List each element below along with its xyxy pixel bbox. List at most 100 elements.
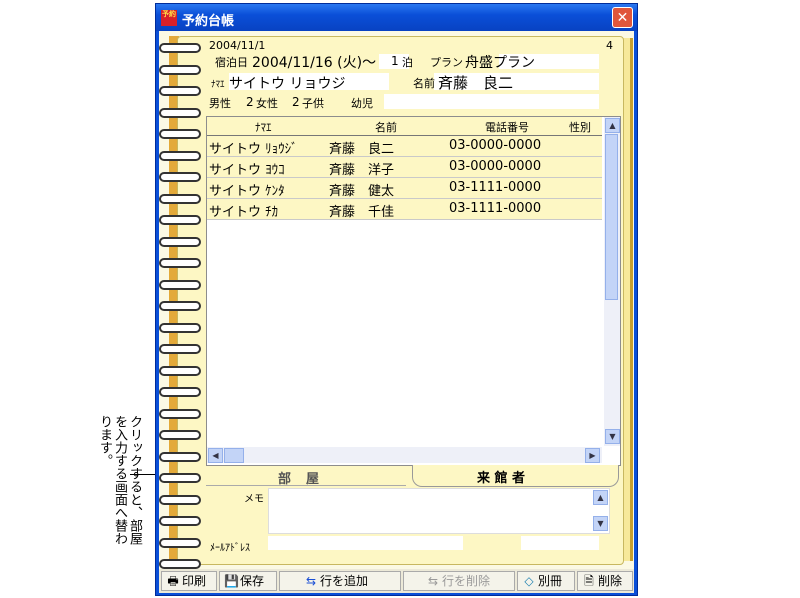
- scroll-thumb[interactable]: [605, 134, 618, 300]
- name-label: 名前: [413, 77, 435, 90]
- callout-text: クリックすると、部屋を入力する画面へ替わります。: [97, 415, 142, 545]
- app-icon: 予約: [161, 10, 177, 26]
- grid-header: ﾅﾏｴ 名前 電話番号 性別: [207, 117, 602, 136]
- hscroll-thumb[interactable]: [224, 448, 244, 463]
- other-book-button[interactable]: ◇ 別冊: [517, 571, 575, 591]
- row-phone: 03-0000-0000: [449, 138, 542, 153]
- spiral-ring: [159, 172, 201, 182]
- spiral-ring: [159, 236, 201, 247]
- spiral-ring: [159, 86, 201, 96]
- email-field-2[interactable]: [521, 536, 599, 550]
- row-kana: サイトウ ﾘｮｳｼﾞ: [209, 142, 298, 157]
- window-title: 予約台帳: [182, 14, 235, 29]
- table-row[interactable]: サイトウ ﾁｶ 斉藤 千佳 03-1111-0000: [207, 199, 602, 220]
- other-book-label: 別冊: [538, 574, 563, 588]
- delete-row-icon: ⇆: [427, 574, 439, 588]
- scroll-up-icon[interactable]: ▲: [605, 118, 620, 133]
- row-kana: サイトウ ｹﾝﾀ: [209, 184, 285, 199]
- delete-page-icon: 🗎: [584, 574, 594, 588]
- count-fields[interactable]: [384, 94, 599, 109]
- print-label: 印刷: [182, 574, 207, 588]
- nights-value: 1: [391, 54, 399, 68]
- female-label: 女性: [256, 97, 278, 110]
- spiral-ring: [159, 64, 201, 75]
- male-count: 2: [246, 95, 254, 109]
- row-name: 斉藤 良二: [329, 142, 395, 157]
- page-number: 4: [606, 39, 613, 52]
- row-name: 斉藤 千佳: [329, 205, 395, 220]
- col-phone[interactable]: 電話番号: [485, 119, 529, 135]
- spiral-ring: [159, 494, 201, 505]
- col-gender[interactable]: 性別: [569, 119, 591, 135]
- reservation-window: 予約 予約台帳 ✕ 2004/11/1 4 宿泊日 2004/11/16 (火)…: [155, 3, 638, 596]
- date-label: 2004/11/1: [209, 39, 266, 52]
- horizontal-scrollbar[interactable]: ◀ ▶: [207, 447, 602, 463]
- save-label: 保存: [240, 574, 265, 588]
- spiral-ring: [159, 537, 201, 548]
- spiral-ring: [159, 193, 201, 204]
- spiral-ring: [159, 322, 201, 333]
- spiral-ring: [159, 451, 201, 462]
- spiral-ring: [159, 279, 201, 290]
- col-name[interactable]: 名前: [375, 119, 397, 135]
- spiral-ring: [159, 473, 201, 483]
- spiral-ring: [159, 344, 201, 354]
- title-bar[interactable]: 予約 予約台帳 ✕: [156, 4, 637, 31]
- client-area: 2004/11/1 4 宿泊日 2004/11/16 (火)～ 1 泊 プラン …: [159, 31, 634, 593]
- plan-label: プラン: [430, 56, 463, 69]
- name-value: 斉藤 良二: [438, 74, 514, 92]
- scroll-down-icon[interactable]: ▼: [605, 429, 620, 444]
- infant-label: 幼児: [351, 97, 373, 110]
- nights-unit: 泊: [402, 56, 413, 69]
- row-phone: 03-0000-0000: [449, 159, 542, 174]
- printer-icon: 🖶: [167, 574, 179, 588]
- add-row-label: 行を追加: [320, 574, 369, 588]
- memo-label: メモ: [244, 494, 264, 505]
- tab-guest-label: 来 館 者: [477, 471, 526, 486]
- tab-guest[interactable]: 来 館 者: [412, 465, 619, 487]
- spiral-ring: [159, 258, 201, 268]
- email-field[interactable]: [268, 536, 463, 550]
- row-name: 斉藤 洋子: [329, 163, 395, 178]
- stay-date-label: 宿泊日: [215, 56, 248, 69]
- row-kana: サイトウ ﾖｳｺ: [209, 163, 285, 178]
- row-phone: 03-1111-0000: [449, 201, 542, 216]
- spiral-ring: [159, 301, 201, 311]
- print-button[interactable]: 🖶 印刷: [161, 571, 217, 591]
- guest-grid: ﾅﾏｴ 名前 電話番号 性別 サイトウ ﾘｮｳｼﾞ 斉藤 良二 03-0000-…: [206, 116, 621, 466]
- spiral-ring: [159, 215, 201, 225]
- kana-label: ﾅﾏｴ: [211, 80, 225, 90]
- spiral-ring: [159, 430, 201, 440]
- memo-scroll-up-icon[interactable]: ▲: [593, 490, 608, 505]
- spiral-ring: [159, 408, 201, 419]
- row-name: 斉藤 健太: [329, 184, 395, 199]
- spiral-ring: [159, 559, 201, 569]
- table-row[interactable]: サイトウ ﾖｳｺ 斉藤 洋子 03-0000-0000: [207, 157, 602, 178]
- stay-date-field[interactable]: 2004/11/16 (火)～: [252, 52, 376, 72]
- spiral-ring: [159, 129, 201, 139]
- toolbar: 🖶 印刷 💾保存 ⇆ 行を追加 ⇆ 行を削除 ◇ 別冊 🗎 削除: [159, 569, 634, 593]
- delete-label: 削除: [598, 574, 623, 588]
- delete-button[interactable]: 🗎 削除: [577, 571, 633, 591]
- email-label: ﾒｰﾙｱﾄﾞﾚｽ: [210, 543, 250, 554]
- kana-value: サイトウ リョウジ: [229, 76, 346, 92]
- delete-row-button[interactable]: ⇆ 行を削除: [403, 571, 515, 591]
- table-row[interactable]: サイトウ ﾘｮｳｼﾞ 斉藤 良二 03-0000-0000: [207, 136, 602, 157]
- table-row[interactable]: サイトウ ｹﾝﾀ 斉藤 健太 03-1111-0000: [207, 178, 602, 199]
- col-kana[interactable]: ﾅﾏｴ: [255, 119, 272, 135]
- save-button[interactable]: 💾保存: [219, 571, 277, 591]
- scroll-right-icon[interactable]: ▶: [585, 448, 600, 463]
- floppy-icon: 💾: [224, 574, 239, 588]
- add-row-button[interactable]: ⇆ 行を追加: [279, 571, 401, 591]
- scroll-left-icon[interactable]: ◀: [208, 448, 223, 463]
- diamond-icon: ◇: [524, 574, 534, 588]
- memo-scroll-down-icon[interactable]: ▼: [593, 516, 608, 531]
- tab-room[interactable]: 部 屋: [206, 467, 406, 487]
- add-row-icon: ⇆: [305, 574, 317, 588]
- spiral-ring: [159, 365, 201, 376]
- female-count: 2: [292, 95, 300, 109]
- spiral-ring: [159, 516, 201, 526]
- close-button[interactable]: ✕: [612, 7, 633, 28]
- vertical-scrollbar[interactable]: ▲ ▼: [604, 117, 620, 446]
- memo-field[interactable]: ▲ ▼: [268, 488, 610, 534]
